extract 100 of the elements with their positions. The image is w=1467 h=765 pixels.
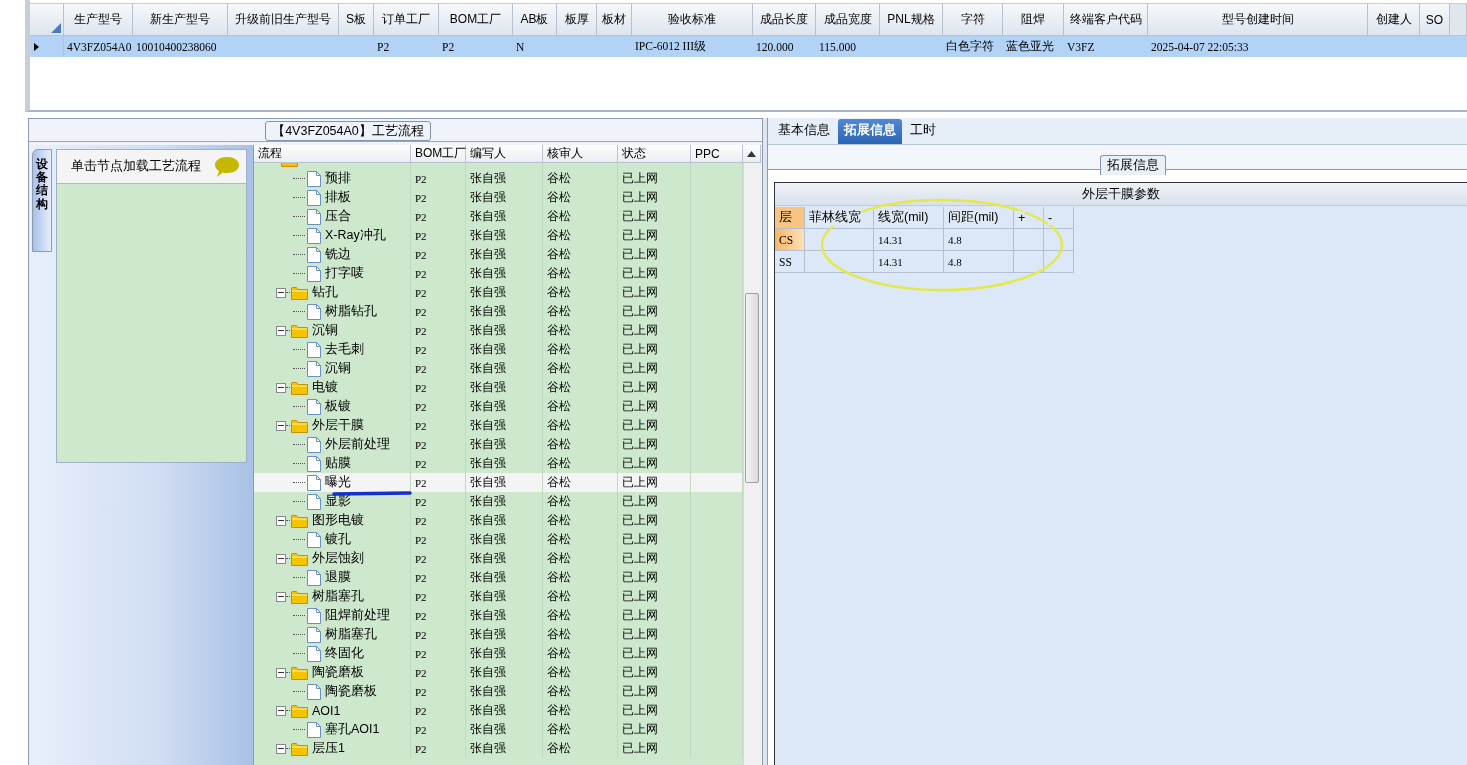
column-header[interactable]: 生产型号 [64,3,133,36]
tree-row[interactable]: 树脂钻孔 P2 张自强 谷松 已上网 [254,302,743,321]
tree-row[interactable]: 曝光 P2 张自强 谷松 已上网 [254,473,743,492]
column-header[interactable]: PPC [691,145,743,162]
column-header[interactable]: PNL规格 [880,3,943,36]
collapse-toggle-icon[interactable] [276,515,286,526]
tree-row[interactable]: 排板 P2 张自强 谷松 已上网 [254,188,743,207]
step-name: 层压1 [312,740,345,757]
tab[interactable]: 工时 [904,119,942,144]
column-header[interactable]: AB板 [513,3,557,36]
table-row[interactable]: 4V3FZ054A0 10010400238060 P2 P2 N IPC-6012 III级 120.000 115.000 白色字符 蓝色亚光 V3FZ 2025-04-07 22:05:33 [30,36,1467,57]
collapse-toggle-icon[interactable] [276,743,286,754]
header-filler [1450,3,1467,36]
scrollbar[interactable] [743,163,761,765]
column-header[interactable]: 层 [779,209,792,226]
table-cell: P2 [415,571,427,584]
tree-row[interactable]: 退膜 P2 张自强 谷松 已上网 [254,568,743,587]
table-cell: 已上网 [622,493,658,510]
column-header[interactable]: 板厚 [557,3,597,36]
tree-row[interactable]: 树脂塞孔 P2 张自强 谷松 已上网 [254,587,743,606]
empty-cell[interactable] [1044,229,1074,251]
collapse-toggle-icon[interactable] [276,420,286,431]
tree-row[interactable]: AOI1 P2 张自强 谷松 已上网 [254,701,743,720]
collapse-toggle-icon[interactable] [276,667,286,678]
tree-row[interactable]: 外层蚀刻 P2 张自强 谷松 已上网 [254,549,743,568]
collapse-toggle-icon[interactable] [276,382,286,393]
column-header[interactable]: 升级前旧生产型号 [228,3,339,36]
column-header[interactable]: 成品宽度 [816,3,880,36]
table-cell: 已上网 [622,284,658,301]
column-header[interactable]: 状态 [618,145,691,162]
tree-row[interactable]: 图形电镀 P2 张自强 谷松 已上网 [254,511,743,530]
column-header[interactable]: 成品长度 [753,3,816,36]
column-header[interactable]: 流程 [254,145,411,162]
column-header[interactable]: 菲林线宽 [809,209,861,226]
tree-row[interactable]: 陶瓷磨板 P2 张自强 谷松 已上网 [254,682,743,701]
tree-row[interactable]: 去毛刺 P2 张自强 谷松 已上网 [254,340,743,359]
tree-row[interactable]: 压合 P2 张自强 谷松 已上网 [254,207,743,226]
table-cell: 张自强 [470,702,506,719]
tree-row[interactable]: 外层干膜 P2 张自强 谷松 已上网 [254,416,743,435]
scroll-thumb[interactable] [745,293,759,483]
column-header[interactable]: 新生产型号 [133,3,228,36]
column-header[interactable]: 阻焊 [1003,3,1064,36]
scroll-up-icon[interactable] [747,150,756,157]
row-header[interactable]: SS [775,251,805,273]
tree-row[interactable]: 显影 P2 张自强 谷松 已上网 [254,492,743,511]
empty-cell[interactable] [805,251,874,273]
column-header[interactable]: SO [1420,3,1450,36]
column-header[interactable]: 间距(mil) [948,209,999,226]
tree-row[interactable]: 沉铜 P2 张自强 谷松 已上网 [254,321,743,340]
tree-row[interactable]: 铣边 P2 张自强 谷松 已上网 [254,245,743,264]
column-header[interactable]: BOM工厂 [411,145,466,162]
column-header[interactable]: 线宽(mil) [878,209,929,226]
column-header[interactable]: 终端客户代码 [1064,3,1148,36]
tree-row[interactable]: 外层前处理 P2 张自强 谷松 已上网 [254,435,743,454]
tree-row[interactable]: 树脂塞孔 P2 张自强 谷松 已上网 [254,625,743,644]
column-header[interactable]: S板 [339,3,374,36]
table-cell: 谷松 [547,493,571,510]
empty-cell[interactable] [1014,229,1044,251]
table-cell: 谷松 [547,417,571,434]
step-name: 阻焊前处理 [325,607,390,624]
tree-row[interactable]: 钻孔 P2 张自强 谷松 已上网 [254,283,743,302]
tree-row[interactable]: 镀孔 P2 张自强 谷松 已上网 [254,530,743,549]
table-cell: 已上网 [622,607,658,624]
tree-row[interactable]: 塞孔AOI1 P2 张自强 谷松 已上网 [254,720,743,739]
empty-cell[interactable] [1044,251,1074,273]
column-header[interactable]: 核审人 [543,145,618,162]
collapse-toggle-icon[interactable] [276,705,286,716]
column-header[interactable]: 字符 [943,3,1003,36]
collapse-toggle-icon[interactable] [276,325,286,336]
tree-row[interactable]: 阻焊前处理 P2 张自强 谷松 已上网 [254,606,743,625]
tab[interactable]: 拓展信息 [838,119,902,144]
column-header[interactable]: 验收标准 [632,3,753,36]
tree-row[interactable]: X-Ray冲孔 P2 张自强 谷松 已上网 [254,226,743,245]
column-header[interactable]: 型号创建时间 [1148,3,1368,36]
tree-row[interactable]: 陶瓷磨板 P2 张自强 谷松 已上网 [254,663,743,682]
step-name: 镀孔 [325,531,351,548]
column-header[interactable]: 订单工厂 [374,3,439,36]
tree-row[interactable]: 电镀 P2 张自强 谷松 已上网 [254,378,743,397]
tree-row[interactable]: 预排 P2 张自强 谷松 已上网 [254,169,743,188]
tree-row[interactable]: 板镀 P2 张自强 谷松 已上网 [254,397,743,416]
collapse-toggle-icon[interactable] [276,287,286,298]
table-cell: 谷松 [547,512,571,529]
column-header[interactable]: 编写人 [466,145,543,162]
table-cell: 张自强 [470,607,506,624]
collapse-toggle-icon[interactable] [276,553,286,564]
side-tab[interactable]: 设备结构 [32,149,52,252]
column-header[interactable]: BOM工厂 [439,3,513,36]
table-cell: 14.31 [878,233,903,246]
table-cell: 张自强 [470,341,506,358]
column-header[interactable]: 创建人 [1368,3,1420,36]
tree-row[interactable]: 打字唛 P2 张自强 谷松 已上网 [254,264,743,283]
tree-row[interactable]: 层压1 P2 张自强 谷松 已上网 [254,739,743,758]
empty-cell[interactable] [1014,251,1044,273]
column-header[interactable]: 板材 [597,3,632,36]
table-cell: P2 [415,305,427,318]
collapse-toggle-icon[interactable] [276,591,286,602]
row-header[interactable]: CS [775,229,805,251]
tree-row[interactable]: 沉铜 P2 张自强 谷松 已上网 [254,359,743,378]
tree-row[interactable]: 终固化 P2 张自强 谷松 已上网 [254,644,743,663]
tab[interactable]: 基本信息 [772,119,836,144]
